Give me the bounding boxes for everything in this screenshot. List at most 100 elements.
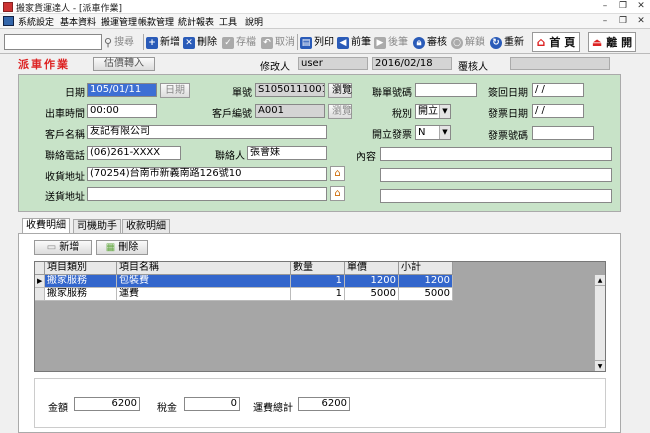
phone-input[interactable]: (06)261-XXXX (87, 146, 181, 160)
menu-basic-data[interactable]: 基本資料 (60, 15, 96, 28)
check-icon: ✓ (222, 36, 234, 49)
print-button[interactable]: ▤ 列印 (300, 33, 334, 52)
mdi-minimize-button[interactable]: – (596, 15, 614, 28)
home-button[interactable]: ⌂ 首 頁 (532, 32, 580, 52)
menu-tools[interactable]: 工具 (219, 15, 237, 28)
delivery-address-input[interactable] (87, 187, 327, 201)
table-cell[interactable]: 1 (291, 275, 345, 288)
app-icon (3, 2, 13, 12)
window-title: 搬家貨運達人 - [派車作業] (16, 4, 122, 14)
save-button[interactable]: ✓ 存檔 (222, 33, 256, 52)
delivery-address-house-icon[interactable]: ⌂ (330, 186, 345, 201)
column-header[interactable]: 項目名稱 (117, 262, 291, 275)
scroll-up-icon[interactable]: ▲ (595, 275, 605, 286)
column-header[interactable]: 單價 (345, 262, 399, 275)
column-header[interactable]: 數量 (291, 262, 345, 275)
content-input-2[interactable] (380, 168, 612, 182)
row-header-corner (35, 262, 45, 275)
contact-person-label: 聯絡人 (215, 151, 245, 162)
detail-delete-button[interactable]: ▦ 刪除 (96, 240, 148, 255)
pickup-address-input[interactable]: (70254)台南市新義南路126號10 (87, 167, 327, 181)
menu-reports[interactable]: 統計報表 (178, 15, 214, 28)
depart-time-input[interactable]: 00:00 (87, 104, 157, 118)
unlock-button[interactable]: ○ 解鎖 (451, 33, 485, 52)
search-icon: ⚲ (104, 36, 113, 49)
tab-payment-details[interactable]: 收款明細 (122, 219, 170, 234)
table-cell[interactable]: 運費 (117, 288, 291, 301)
column-header[interactable]: 小計 (399, 262, 453, 275)
mdi-close-button[interactable]: ✕ (632, 15, 650, 28)
prev-button[interactable]: ◀ 前筆 (337, 33, 371, 52)
estimate-transfer-button[interactable]: 估價轉入 (93, 57, 155, 71)
contact-no-input[interactable] (415, 83, 477, 97)
content-input-1[interactable] (380, 147, 612, 161)
title-bar: 搬家貨運達人 - [派車作業] – ❐ ✕ (0, 0, 650, 14)
menu-system[interactable]: 系統設定 (18, 15, 54, 28)
tax-amount-label: 稅金 (157, 403, 177, 414)
unlock-icon: ○ (451, 36, 463, 49)
invoice-date-input[interactable]: / / (532, 104, 584, 118)
depart-time-label: 出車時間 (45, 109, 85, 120)
customer-code-label: 客戶編號 (212, 109, 252, 120)
issue-invoice-select[interactable]: N ▼ (415, 125, 451, 140)
search-button[interactable]: ⚲ 搜尋 (104, 33, 134, 52)
row-indicator-icon[interactable]: ▶ (35, 275, 45, 288)
return-date-input[interactable]: / / (532, 83, 584, 97)
pickup-address-house-icon[interactable]: ⌂ (330, 166, 345, 181)
date-picker-button[interactable]: 日期 (160, 83, 190, 98)
menu-moving[interactable]: 搬運管理 (101, 15, 137, 28)
table-cell[interactable]: 1200 (345, 275, 399, 288)
mdi-restore-button[interactable]: ❐ (614, 15, 632, 28)
tab-driver-assistant[interactable]: 司機助手 (73, 219, 121, 234)
contact-person-input[interactable]: 張會妹 (247, 146, 327, 160)
table-cell[interactable]: 1 (291, 288, 345, 301)
scroll-down-icon[interactable]: ▼ (595, 360, 605, 371)
add-button[interactable]: + 新增 (146, 33, 180, 52)
mdi-icon (3, 16, 14, 26)
content-label: 內容 (356, 152, 376, 163)
exit-button[interactable]: ⏏ 離 開 (588, 32, 636, 52)
plus-icon: + (146, 36, 158, 49)
delete-button[interactable]: ✕ 刪除 (183, 33, 217, 52)
table-cell[interactable]: 5000 (345, 288, 399, 301)
search-input[interactable] (4, 34, 102, 50)
modifier-field: user (298, 57, 368, 70)
invoice-no-input[interactable] (532, 126, 594, 140)
customer-browse-button[interactable]: 瀏覽 (328, 104, 352, 119)
undo-icon: ↶ (261, 36, 273, 49)
tax-type-select[interactable]: 開立 ▼ (415, 104, 451, 119)
house-icon: ⌂ (536, 35, 546, 49)
next-button[interactable]: ▶ 後筆 (374, 33, 408, 52)
menu-help[interactable]: 說明 (245, 15, 263, 28)
table-cell[interactable]: 包裝費 (117, 275, 291, 288)
date-label: 日期 (65, 88, 85, 99)
review-button[interactable]: 🔒︎ 審核 (413, 33, 447, 52)
cancel-button[interactable]: ↶ 取消 (261, 33, 295, 52)
date-input[interactable]: 105/01/11 (87, 83, 157, 97)
page-title: 派車作業 (18, 58, 70, 71)
sheet-browse-button[interactable]: 瀏覽 (328, 83, 352, 98)
amount-label: 金額 (48, 403, 68, 414)
exit-icon: ⏏ (591, 35, 603, 49)
customer-name-input[interactable]: 友記有限公司 (87, 125, 327, 139)
invoice-no-label: 發票號碼 (488, 131, 528, 142)
minimize-button[interactable]: – (596, 0, 614, 13)
table-cell[interactable]: 1200 (399, 275, 453, 288)
refresh-button[interactable]: ↻ 重新 (490, 33, 524, 52)
close-window-button[interactable]: ✕ (632, 0, 650, 13)
chevron-down-icon: ▼ (439, 126, 450, 139)
x-icon: ✕ (183, 36, 195, 49)
table-cell[interactable]: 搬家服務 (45, 288, 117, 301)
table-cell[interactable]: 搬家服務 (45, 275, 117, 288)
menu-accounts[interactable]: 帳款管理 (138, 15, 174, 28)
restore-button[interactable]: ❐ (614, 0, 632, 13)
grid-vertical-scrollbar[interactable]: ▲ ▼ (594, 275, 605, 371)
grand-total-label: 運費總計 (253, 403, 293, 414)
content-input-3[interactable] (380, 189, 612, 203)
table-cell[interactable]: 5000 (399, 288, 453, 301)
detail-add-button[interactable]: ▭ 新增 (34, 240, 92, 255)
row-header[interactable] (35, 288, 45, 301)
tab-fee-details[interactable]: 收費明細 (22, 218, 70, 234)
prev-icon: ◀ (337, 36, 349, 49)
column-header[interactable]: 項目類別 (45, 262, 117, 275)
